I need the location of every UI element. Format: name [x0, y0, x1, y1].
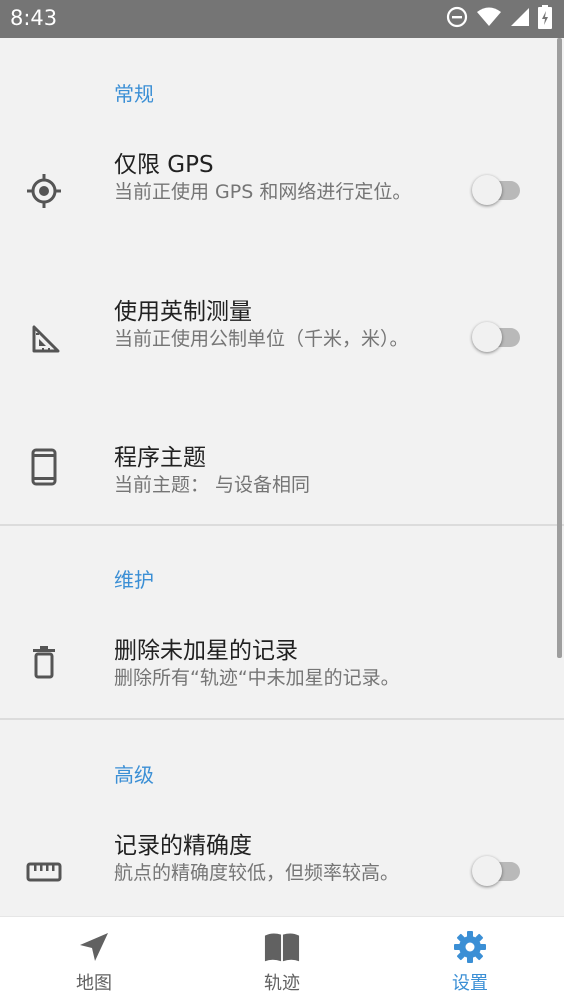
- pref-imperial-title: 使用英制测量: [114, 299, 252, 325]
- pref-accuracy-title: 记录的精确度: [114, 833, 252, 859]
- nav-label: 设置: [452, 973, 488, 994]
- pref-accuracy-summary: 航点的精确度较低，但频率较高。: [114, 862, 400, 884]
- navigation-arrow-icon: [76, 929, 112, 965]
- section-header-general: 常规: [114, 82, 154, 106]
- cell-signal-icon: [510, 7, 530, 31]
- nav-item-map[interactable]: 地图: [0, 917, 188, 1004]
- status-time: 8:43: [10, 6, 58, 30]
- imperial-units-toggle[interactable]: [472, 319, 524, 355]
- recording-accuracy-toggle[interactable]: [472, 853, 524, 889]
- battery-icon: [538, 5, 552, 33]
- gps-fixed-icon: [24, 171, 64, 211]
- status-icons: [446, 5, 552, 33]
- pref-delete-title: 删除未加星的记录: [114, 638, 298, 664]
- nav-item-tracks[interactable]: 轨迹: [188, 917, 376, 1004]
- scrollbar[interactable]: [557, 38, 562, 658]
- gps-only-toggle[interactable]: [472, 172, 524, 208]
- do-not-disturb-icon: [446, 6, 468, 32]
- toggle-thumb: [472, 175, 502, 205]
- toggle-thumb: [472, 856, 502, 886]
- trash-icon: [24, 642, 64, 682]
- settings-list[interactable]: 常规 仅限 GPS 当前正使用 GPS 和网络进行定位。 使用英制测量 当前正使…: [0, 38, 564, 916]
- status-bar: 8:43: [0, 0, 564, 38]
- section-divider: [0, 524, 564, 526]
- section-header-advanced: 高级: [114, 763, 154, 787]
- pref-delete-summary: 删除所有“轨迹“中未加星的记录。: [114, 667, 400, 689]
- section-header-maintenance: 维护: [114, 568, 154, 592]
- ruler-icon: [24, 852, 64, 892]
- pref-gps-title: 仅限 GPS: [114, 152, 214, 178]
- phone-icon: [24, 447, 64, 487]
- nav-label: 轨迹: [264, 973, 300, 994]
- section-divider: [0, 718, 564, 720]
- pref-imperial-summary: 当前正使用公制单位（千米，米）。: [114, 328, 409, 350]
- nav-item-settings[interactable]: 设置: [376, 917, 564, 1004]
- toggle-thumb: [472, 322, 502, 352]
- nav-label: 地图: [76, 973, 112, 994]
- bottom-navigation: 地图 轨迹 设置: [0, 916, 564, 1004]
- book-icon: [264, 929, 300, 965]
- pref-theme-summary: 当前主题： 与设备相同: [114, 474, 311, 496]
- pref-gps-summary: 当前正使用 GPS 和网络进行定位。: [114, 181, 412, 203]
- set-square-icon: [24, 319, 64, 359]
- pref-theme-title: 程序主题: [114, 445, 206, 471]
- gear-icon: [452, 929, 488, 965]
- wifi-icon: [476, 6, 502, 32]
